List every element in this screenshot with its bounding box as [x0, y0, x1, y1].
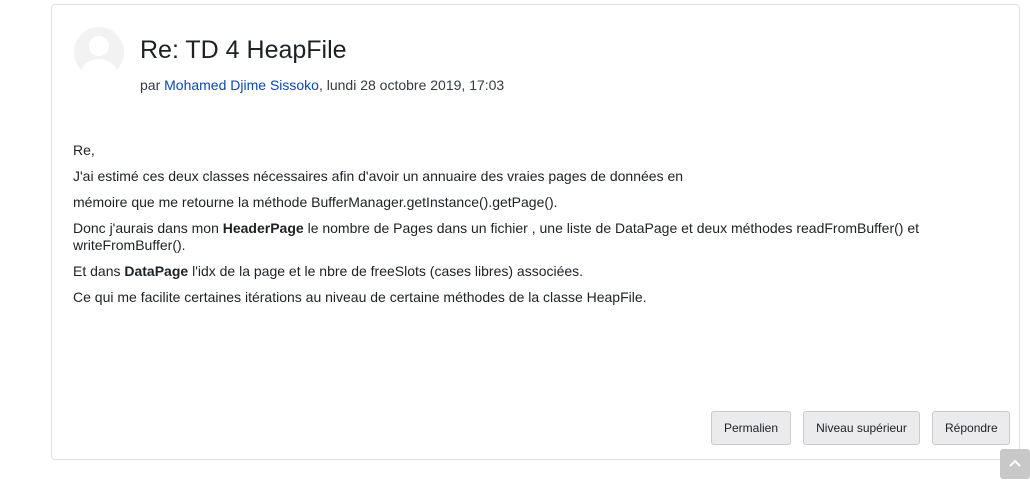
- post-paragraph: Re,: [73, 142, 95, 158]
- author-link[interactable]: Mohamed Djime Sissoko: [164, 77, 319, 93]
- back-to-top-button[interactable]: [1000, 449, 1030, 479]
- post-paragraph: Donc j'aurais dans mon HeaderPage le nom…: [73, 220, 983, 254]
- bold-text: HeaderPage: [222, 220, 304, 236]
- post-paragraph: Et dans DataPage l'idx de la page et le …: [73, 263, 983, 280]
- parent-button[interactable]: Niveau supérieur: [803, 411, 920, 445]
- forum-post: Re: TD 4 HeapFile par Mohamed Djime Siss…: [51, 4, 1020, 460]
- reply-button[interactable]: Répondre: [932, 411, 1010, 445]
- post-subject: Re: TD 4 HeapFile: [140, 36, 347, 64]
- post-paragraph: Ce qui me facilite certaines itérations …: [73, 289, 647, 305]
- text-span: Et dans: [73, 263, 125, 279]
- post-content: Re, J'ai estimé ces deux classes nécessa…: [73, 142, 983, 315]
- post-paragraph: mémoire que me retourne la méthode Buffe…: [73, 194, 558, 210]
- post-date: , lundi 28 octobre 2019, 17:03: [318, 77, 505, 93]
- chevron-up-icon: [1009, 459, 1021, 467]
- post-byline: par Mohamed Djime Sissoko, lundi 28 octo…: [140, 77, 504, 93]
- user-avatar-icon[interactable]: [74, 27, 124, 77]
- bold-text: DataPage: [124, 263, 189, 279]
- permalink-button[interactable]: Permalien: [711, 411, 791, 445]
- text-span: Donc j'aurais dans mon: [73, 220, 223, 236]
- text-span: l'idx de la page et le nbre de freeSlots…: [188, 263, 584, 279]
- byline-prefix: par: [140, 77, 165, 93]
- post-paragraph: J'ai estimé ces deux classes nécessaires…: [73, 168, 684, 184]
